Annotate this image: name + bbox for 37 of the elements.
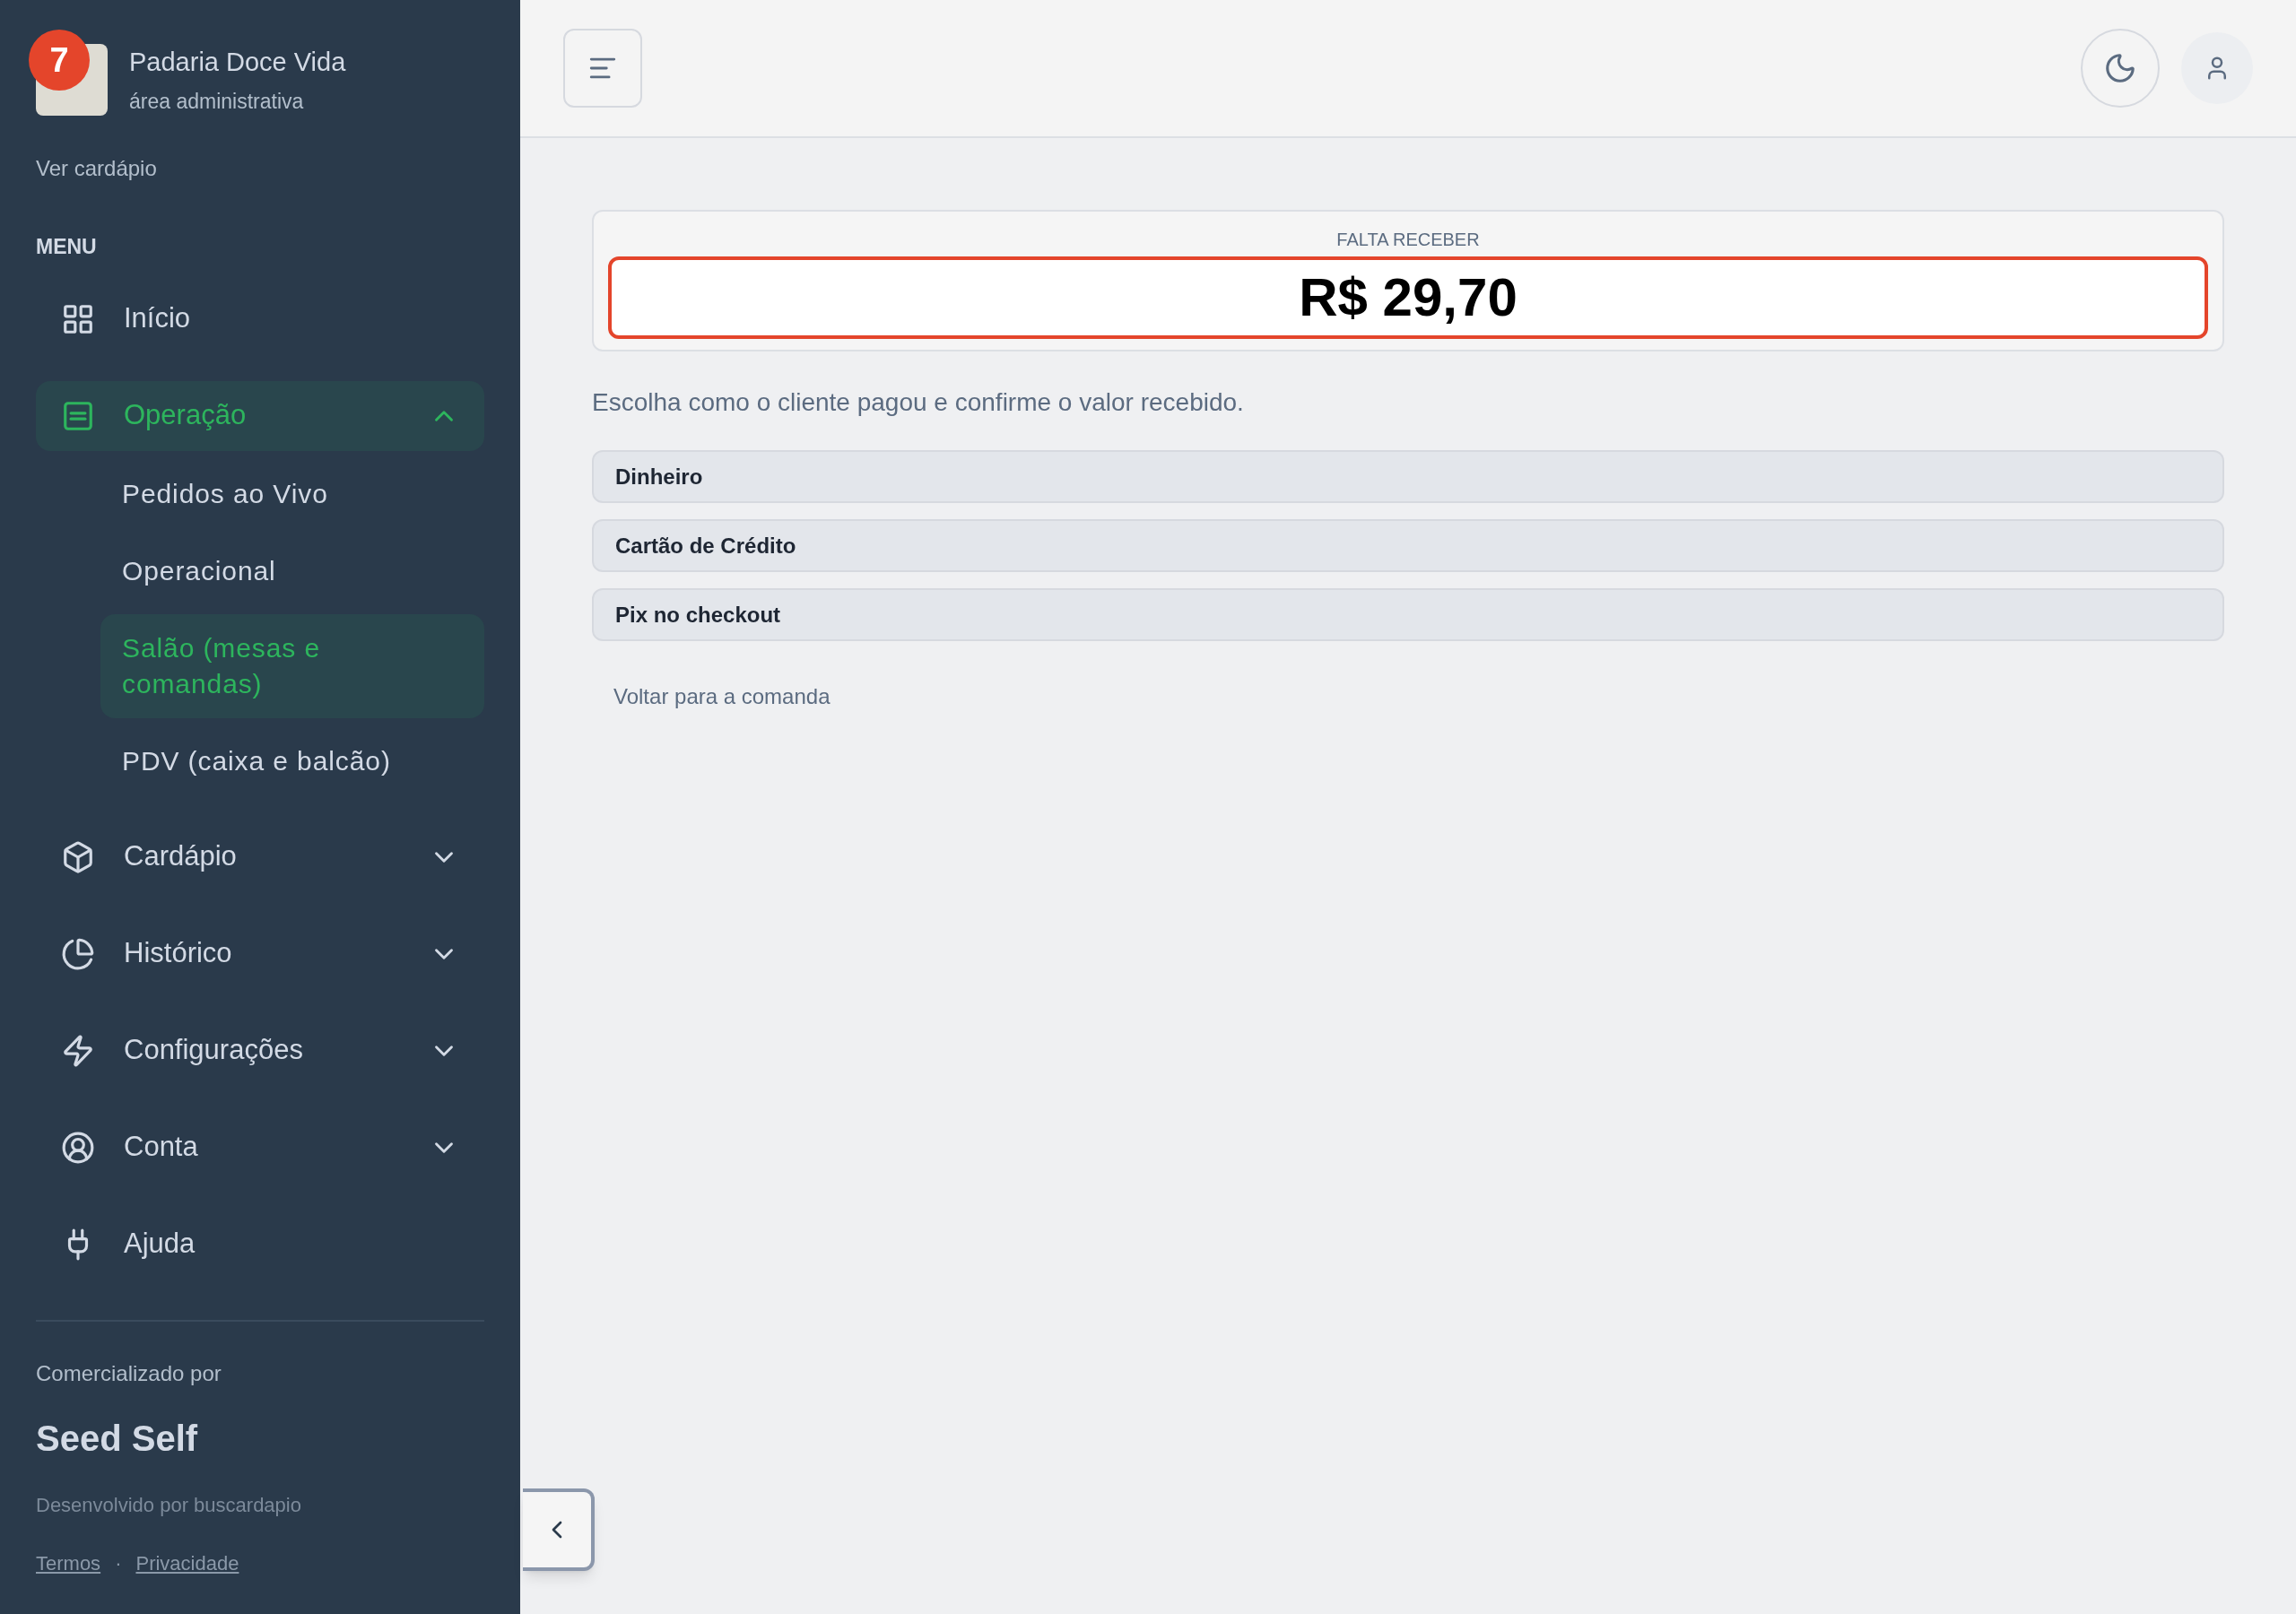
menu-button[interactable] [563,29,642,108]
brand-name: Seed Self [36,1418,199,1460]
nav-item[interactable]: Configurações [36,1015,484,1086]
nav-item[interactable]: Operação [36,380,484,451]
developer-credit: Desenvolvido por buscardapio [36,1493,302,1518]
collapse-sidebar-button[interactable] [523,1488,595,1571]
privacy-link[interactable]: Privacidade [135,1549,239,1578]
back-link[interactable]: Voltar para a comanda [613,681,831,713]
nav-item[interactable]: Ajuda [36,1209,484,1280]
amount-field[interactable]: R$ 29,70 [608,256,2208,339]
nav-subitem[interactable]: Salão (mesas e comandas) [100,613,484,718]
lightning-icon [61,1033,95,1068]
nav-subitem[interactable]: Operacional [100,536,484,605]
notification-badge: 7 [29,30,90,91]
nav-subitem[interactable]: Pedidos ao Vivo [100,459,484,528]
nav-subitem[interactable]: PDV (caixa e balcão) [100,726,484,795]
store-subtitle: área administrativa [129,88,305,115]
payment-method-button[interactable]: Cartão de Crédito [592,519,2224,572]
payment-method-button[interactable]: Dinheiro [592,450,2224,503]
section-title: MENU [36,234,98,260]
user-circle-icon [61,1130,95,1165]
payment-method-button[interactable]: Pix no checkout [592,588,2224,641]
store-name: Padaria Doce Vida [129,47,346,78]
footer-caption: Comercializado por [36,1360,222,1387]
terms-link[interactable]: Termos [36,1549,101,1578]
nav-item[interactable]: Histórico [36,918,484,989]
cube-icon [61,839,95,874]
moon-icon [2103,51,2137,85]
theme-toggle-button[interactable] [2081,29,2160,108]
nav-item[interactable]: Conta [36,1112,484,1183]
nav-item[interactable]: Cardápio [36,821,484,892]
menu-link[interactable]: Ver cardápio [36,152,157,185]
amount-label: FALTA RECEBER [1336,229,1480,251]
instruction-text: Escolha como o cliente pagou e confirme o valor recebido. [592,387,1245,418]
nav-item[interactable]: Início [36,283,484,354]
pie-chart-icon [61,936,95,971]
separator-dot: · [115,1551,122,1576]
